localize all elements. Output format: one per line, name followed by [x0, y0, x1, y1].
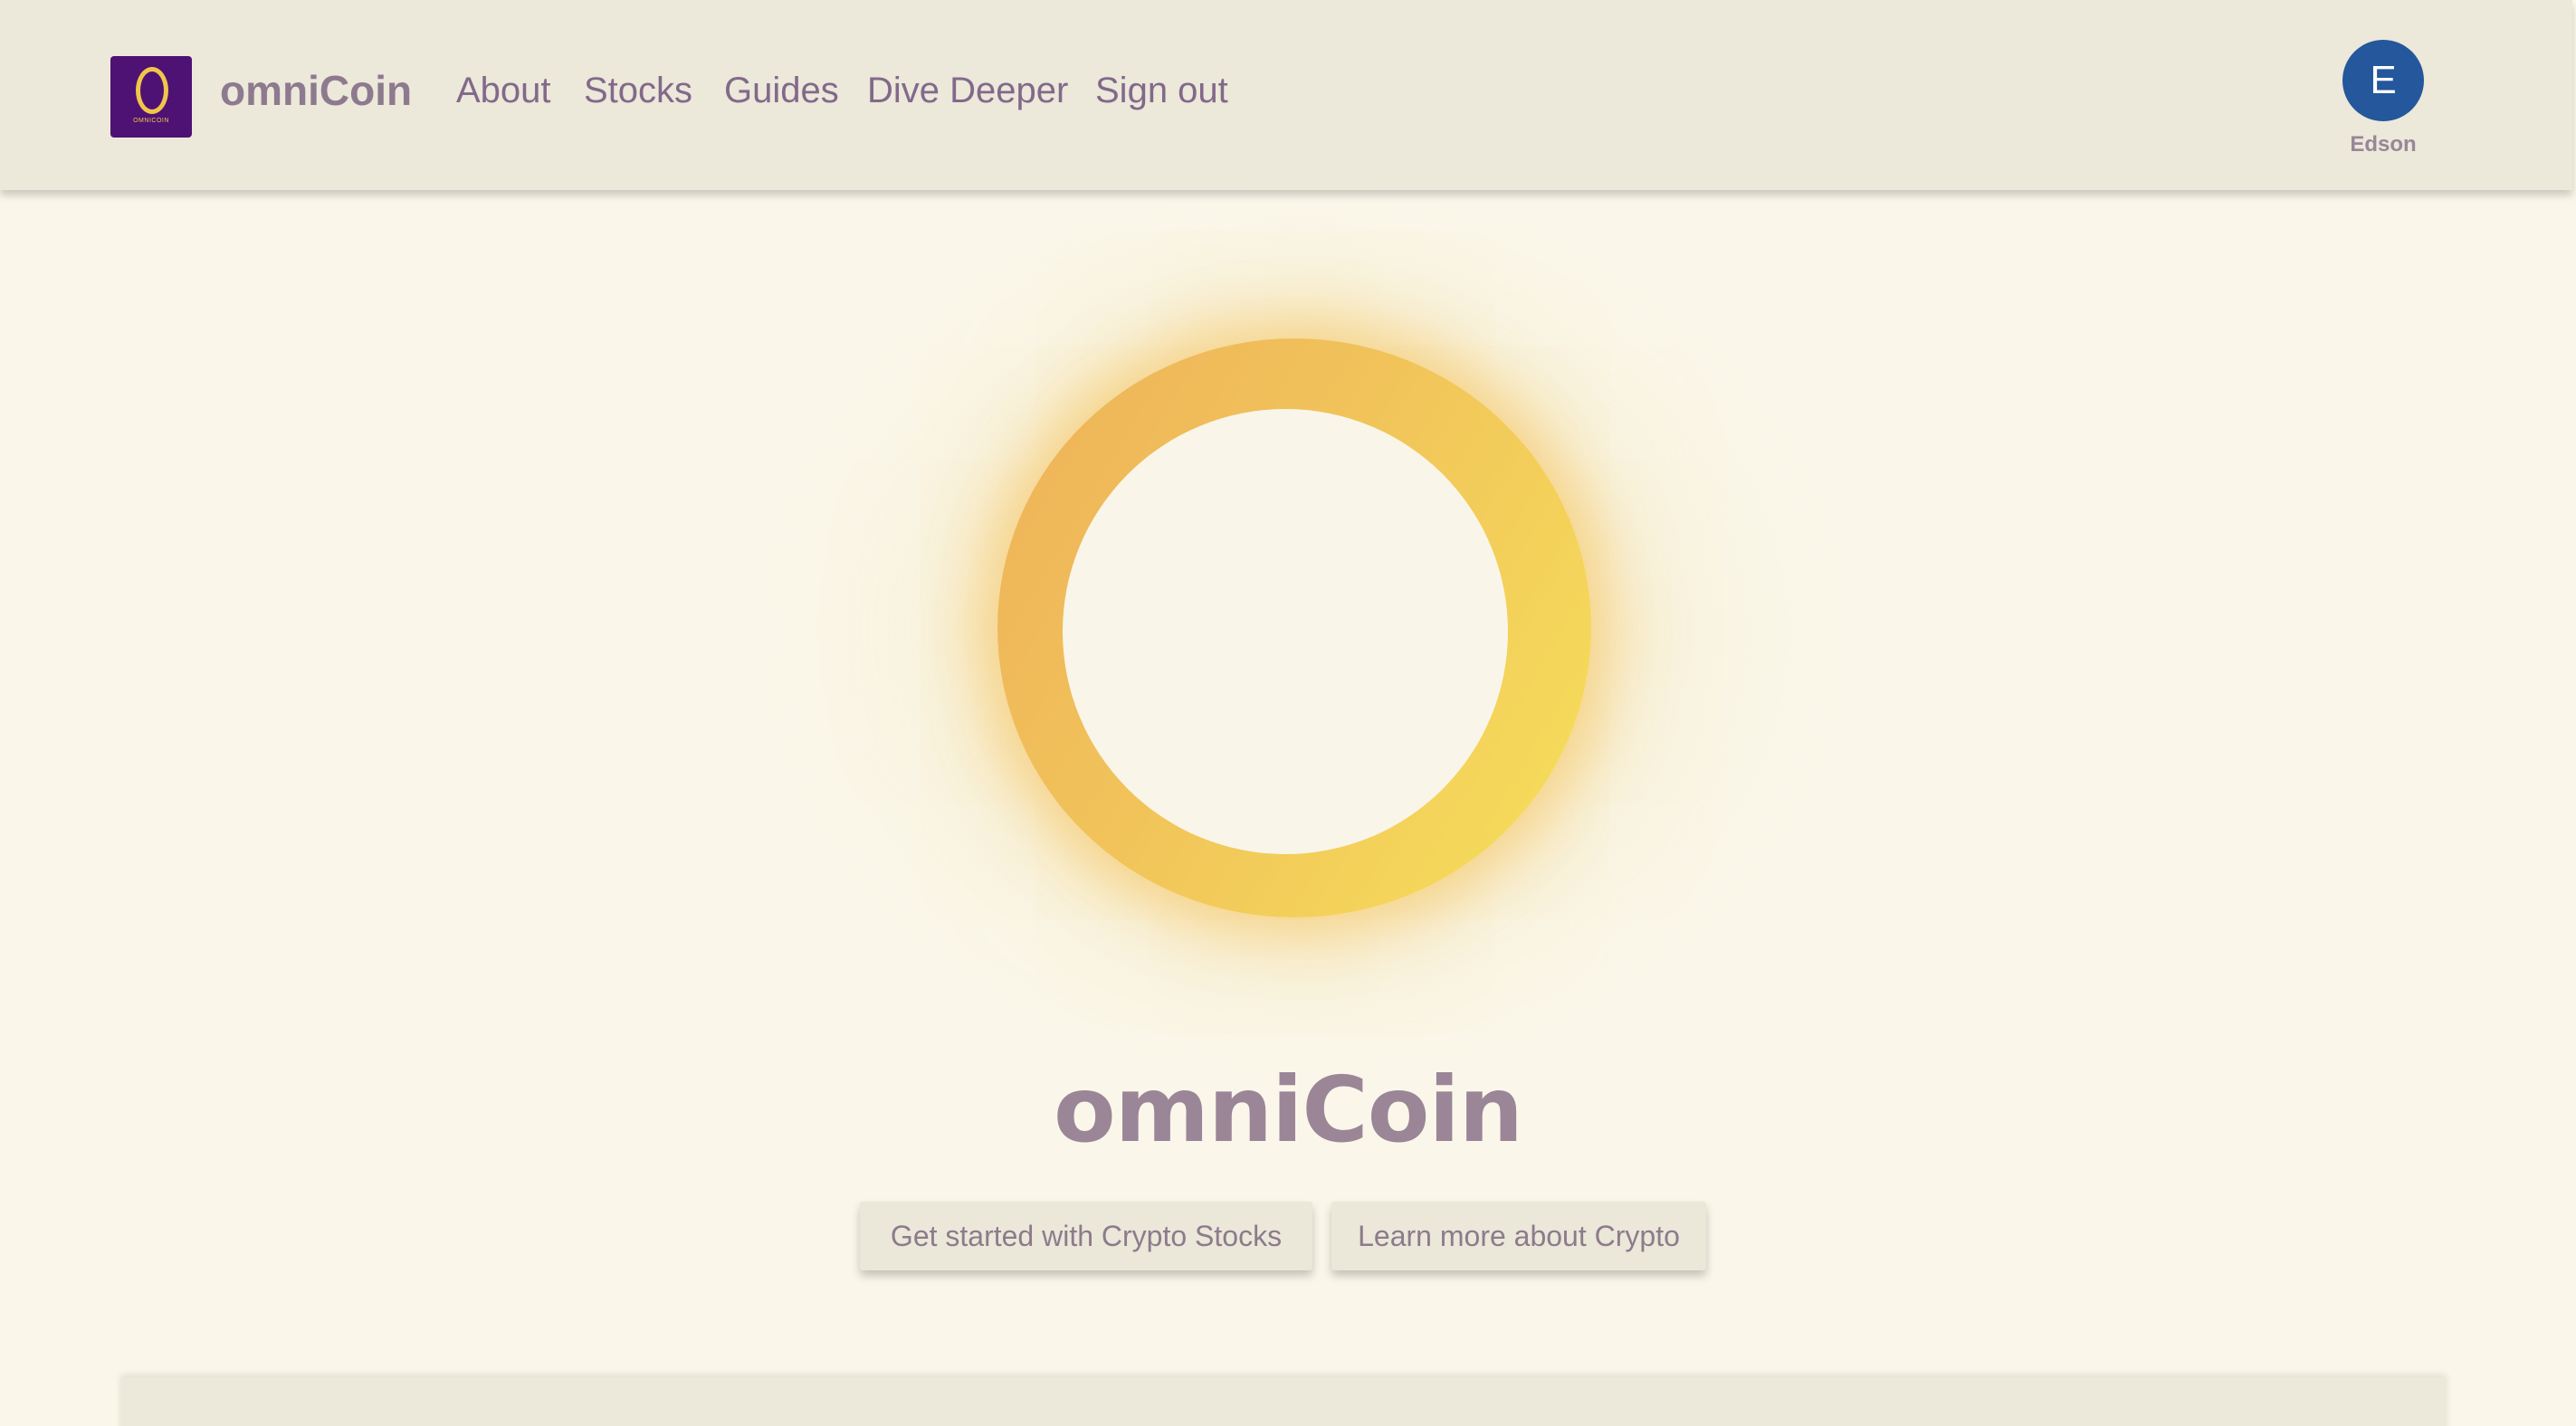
get-started-button[interactable]: Get started with Crypto Stocks	[860, 1202, 1312, 1270]
coin-logo-icon	[136, 67, 168, 114]
hero-title: omniCoin	[1054, 1057, 1523, 1163]
user-avatar[interactable]: E	[2342, 40, 2424, 121]
user-name: Edson	[2350, 132, 2417, 157]
nav-link-stocks[interactable]: Stocks	[584, 67, 692, 114]
nav-link-sign-out[interactable]: Sign out	[1095, 67, 1228, 114]
nav-link-dive-deeper[interactable]: Dive Deeper	[867, 67, 1068, 114]
logo-text: OMNICOIN	[133, 118, 169, 124]
page: OMNICOIN omniCoin About Stocks Guides Di…	[0, 0, 2576, 1426]
nav-link-guides[interactable]: Guides	[724, 67, 839, 114]
coin-ring-center	[1063, 409, 1508, 854]
navbar: OMNICOIN omniCoin About Stocks Guides Di…	[0, 0, 2572, 190]
brand-name[interactable]: omniCoin	[220, 65, 412, 116]
logo[interactable]: OMNICOIN	[110, 56, 192, 138]
learn-more-button[interactable]: Learn more about Crypto	[1331, 1202, 1706, 1270]
nav-link-about[interactable]: About	[456, 67, 551, 114]
content-card	[121, 1377, 2446, 1426]
